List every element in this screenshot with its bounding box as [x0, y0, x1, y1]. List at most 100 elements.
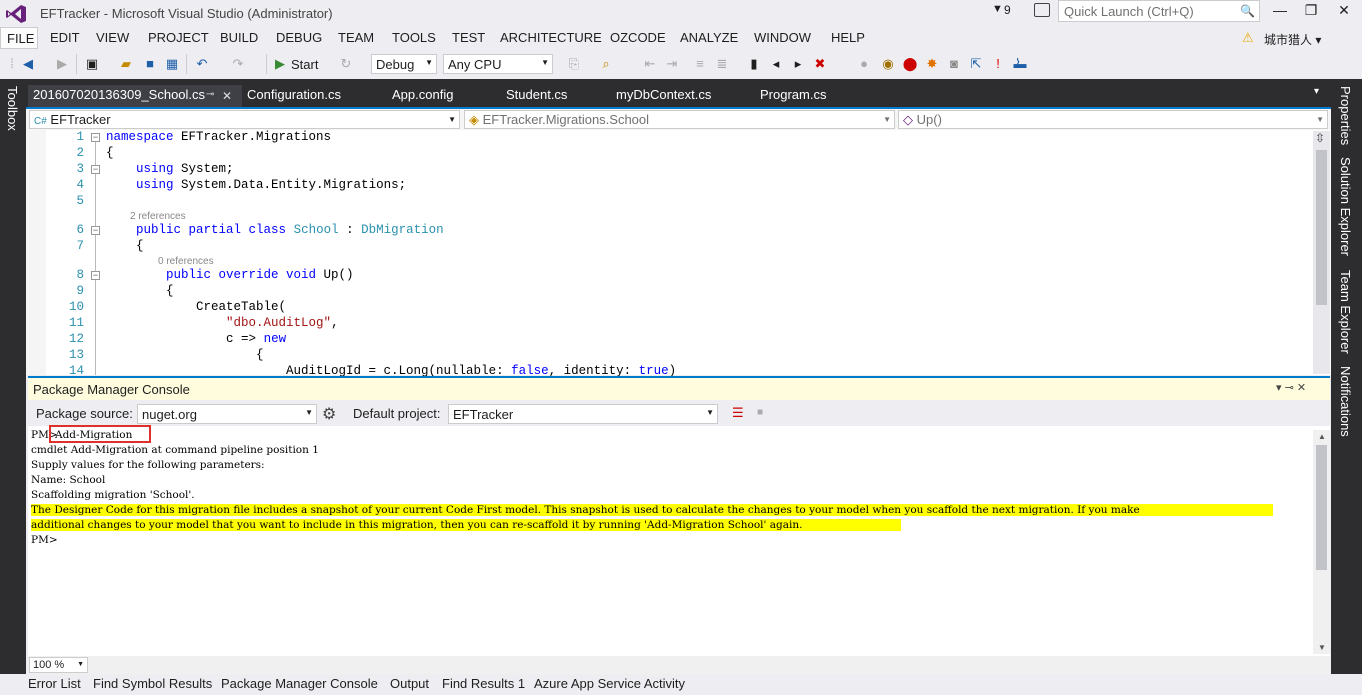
- ozcode-eye-icon[interactable]: ◉: [880, 56, 896, 72]
- menu-window[interactable]: WINDOW: [754, 30, 811, 45]
- member-nav-select[interactable]: ◇ Up() ▼: [898, 110, 1328, 129]
- menu-view[interactable]: VIEW: [96, 30, 129, 45]
- menu-debug[interactable]: DEBUG: [276, 30, 322, 45]
- minimize-button[interactable]: —: [1266, 2, 1294, 22]
- tab-student[interactable]: Student.cs: [506, 87, 567, 102]
- project-nav-select[interactable]: C# EFTracker ▼: [29, 110, 460, 129]
- outdent-icon[interactable]: ⇤: [642, 56, 658, 72]
- solution-platform-value: Any CPU: [448, 57, 502, 72]
- console-scroll-thumb[interactable]: [1316, 445, 1327, 570]
- undo-icon[interactable]: ↶: [194, 56, 210, 72]
- class-nav-select[interactable]: ◈ EFTracker.Migrations.School ▼: [464, 110, 895, 129]
- menu-help[interactable]: HELP: [831, 30, 865, 45]
- code-line-4: 4 using System.Data.Entity.Migrations;: [76, 178, 407, 192]
- package-source-select[interactable]: nuget.org ▼: [137, 404, 317, 424]
- comment-bubble-icon[interactable]: ▬: [1012, 56, 1028, 72]
- tab-azure-app-service-activity[interactable]: Azure App Service Activity: [534, 676, 685, 691]
- error-icon[interactable]: !: [990, 56, 1006, 72]
- prev-bookmark-icon[interactable]: ◂: [768, 56, 784, 72]
- next-bookmark-icon[interactable]: ▸: [790, 56, 806, 72]
- menu-edit[interactable]: EDIT: [50, 30, 80, 45]
- properties-tab[interactable]: Properties: [1338, 86, 1353, 145]
- comment-icon[interactable]: ≡: [692, 56, 708, 72]
- export-icon[interactable]: ⇱: [968, 56, 984, 72]
- menu-ozcode[interactable]: OZCODE: [610, 30, 666, 45]
- pin-icon[interactable]: ⊸: [206, 89, 214, 100]
- codelens-references[interactable]: 0 references: [158, 256, 214, 267]
- redo-icon[interactable]: ↷: [230, 56, 246, 72]
- code-line-1: 1 namespace EFTracker.Migrations: [76, 130, 332, 144]
- default-project-select[interactable]: EFTracker ▼: [448, 404, 718, 424]
- codelens-references[interactable]: 2 references: [130, 211, 186, 222]
- tab-error-list[interactable]: Error List: [28, 676, 81, 691]
- notification-count[interactable]: 9: [1004, 3, 1011, 17]
- save-all-icon[interactable]: ▦: [164, 56, 180, 72]
- bookmark-icon[interactable]: ▮: [746, 56, 762, 72]
- editor-scroll-thumb[interactable]: [1316, 150, 1327, 305]
- solution-platform-select[interactable]: Any CPU ▼: [443, 54, 553, 74]
- warning-icon[interactable]: ⚠: [1242, 30, 1254, 46]
- zoom-select[interactable]: 100 % ▼: [29, 657, 88, 673]
- solution-explorer-tab[interactable]: Solution Explorer: [1338, 157, 1353, 256]
- tab-mydbcontext[interactable]: myDbContext.cs: [616, 87, 711, 102]
- quick-launch-input[interactable]: Quick Launch (Ctrl+Q): [1058, 0, 1260, 22]
- filter-icon[interactable]: ▼: [992, 3, 1003, 15]
- search-icon[interactable]: 🔍: [1240, 4, 1255, 18]
- settings-gear-icon[interactable]: ⚙: [322, 404, 336, 424]
- scroll-down-icon[interactable]: ▼: [1318, 643, 1326, 652]
- toolbar-grip-icon[interactable]: ⁞: [4, 56, 20, 72]
- tab-configuration[interactable]: Configuration.cs: [247, 87, 341, 102]
- start-play-icon[interactable]: ▶: [272, 56, 288, 72]
- menu-team[interactable]: TEAM: [338, 30, 374, 45]
- solution-configuration-select[interactable]: Debug ▼: [371, 54, 437, 74]
- menu-analyze[interactable]: ANALYZE: [680, 30, 738, 45]
- navigate-forward-icon[interactable]: ▶: [54, 56, 70, 72]
- new-project-icon[interactable]: ▣: [84, 56, 100, 72]
- close-button[interactable]: ✕: [1330, 2, 1358, 22]
- tab-app-config[interactable]: App.config: [392, 87, 453, 102]
- tab-package-manager-console[interactable]: Package Manager Console: [221, 676, 378, 691]
- indent-icon[interactable]: ⇥: [664, 56, 680, 72]
- clear-console-icon[interactable]: ☰: [732, 405, 744, 421]
- ozcode-stop-icon[interactable]: ⬤: [902, 56, 918, 72]
- save-icon[interactable]: ■: [142, 56, 158, 72]
- tab-find-symbol-results[interactable]: Find Symbol Results: [93, 676, 212, 691]
- tab-find-results-1[interactable]: Find Results 1: [442, 676, 525, 691]
- split-editor-icon[interactable]: ⇳: [1315, 131, 1325, 145]
- menu-file[interactable]: FILE: [0, 27, 38, 49]
- close-tab-icon[interactable]: ✕: [222, 89, 232, 103]
- restore-button[interactable]: ❐: [1297, 2, 1325, 22]
- user-account[interactable]: 城市猎人 ▾: [1264, 31, 1321, 48]
- clear-bookmarks-icon[interactable]: ✖: [812, 56, 828, 72]
- notifications-tab[interactable]: Notifications: [1338, 366, 1353, 437]
- window-title: EFTracker - Microsoft Visual Studio (Adm…: [40, 6, 333, 21]
- camera-icon[interactable]: ◙: [946, 56, 962, 72]
- team-explorer-tab[interactable]: Team Explorer: [1338, 270, 1353, 354]
- code-line-7: 7 {: [76, 239, 144, 253]
- open-file-icon[interactable]: ▰: [118, 56, 134, 72]
- navigate-back-icon[interactable]: ◀: [20, 56, 36, 72]
- menu-build[interactable]: BUILD: [220, 30, 258, 45]
- toolbox-tab[interactable]: Toolbox: [5, 86, 20, 131]
- menu-tools[interactable]: TOOLS: [392, 30, 436, 45]
- find-in-files-icon[interactable]: ⌕: [598, 56, 614, 72]
- scroll-up-icon[interactable]: ▲: [1318, 432, 1326, 441]
- tab-output[interactable]: Output: [390, 676, 429, 691]
- stop-command-icon[interactable]: ■: [757, 407, 763, 418]
- feedback-icon[interactable]: [1034, 3, 1050, 17]
- attach-icon[interactable]: ⎘: [566, 56, 582, 72]
- tab-overflow-icon[interactable]: ▾: [1314, 86, 1319, 97]
- code-line-8: 8 public override void Up(): [76, 268, 354, 282]
- refresh-icon[interactable]: ↻: [338, 56, 354, 72]
- tab-school-migration[interactable]: 201607020136309_School.cs: [33, 87, 205, 102]
- start-button[interactable]: Start: [291, 57, 318, 72]
- default-project-value: EFTracker: [453, 407, 514, 422]
- tab-program[interactable]: Program.cs: [760, 87, 826, 102]
- menu-test[interactable]: TEST: [452, 30, 485, 45]
- menu-architecture[interactable]: ARCHITECTURE: [500, 30, 602, 45]
- uncomment-icon[interactable]: ≣: [714, 56, 730, 72]
- panel-window-controls[interactable]: ▾ ⊸ ✕: [1276, 381, 1306, 394]
- breakpoint-icon[interactable]: ●: [856, 56, 872, 72]
- ozcode-magic-icon[interactable]: ✸: [924, 56, 940, 72]
- menu-project[interactable]: PROJECT: [148, 30, 209, 45]
